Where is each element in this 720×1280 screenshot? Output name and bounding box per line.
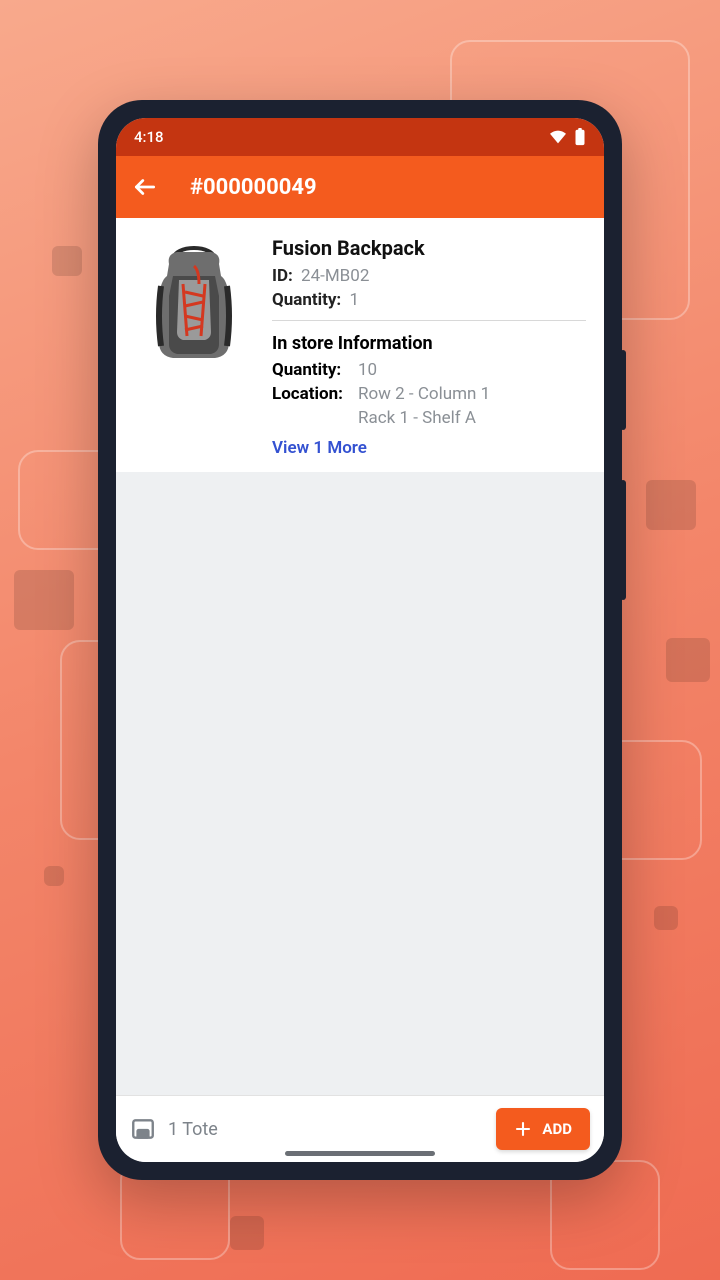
home-indicator[interactable] — [285, 1151, 435, 1156]
product-image — [134, 236, 254, 366]
arrow-left-icon — [132, 174, 158, 200]
store-loc-row: Location: Row 2 - Column 1 — [272, 384, 586, 404]
id-label: ID: — [272, 266, 293, 286]
store-loc-label: Location: — [272, 384, 358, 404]
phone-side-button — [620, 350, 626, 430]
product-qty-row: Quantity: 1 — [272, 290, 586, 310]
product-id-row: ID: 24-MB02 — [272, 266, 586, 286]
store-section-title: In store Information — [272, 333, 586, 354]
screen: 4:18 #000000049 — [116, 118, 604, 1162]
store-qty-label: Quantity: — [272, 360, 358, 380]
phone-side-button — [620, 480, 626, 600]
content-area: Fusion Backpack ID: 24-MB02 Quantity: 1 … — [116, 218, 604, 1095]
bg-decor — [646, 480, 696, 530]
bg-decor — [654, 906, 678, 930]
product-info: Fusion Backpack ID: 24-MB02 Quantity: 1 … — [272, 236, 586, 458]
store-loc-line2: Rack 1 - Shelf A — [358, 408, 586, 428]
tote-area[interactable]: 1 Tote — [130, 1116, 218, 1142]
qty-label: Quantity: — [272, 290, 341, 310]
wifi-icon — [548, 129, 568, 145]
phone-frame: 4:18 #000000049 — [98, 100, 622, 1180]
status-bar: 4:18 — [116, 118, 604, 156]
backpack-icon — [139, 236, 249, 366]
back-button[interactable] — [130, 172, 160, 202]
plus-icon — [514, 1120, 532, 1138]
add-button[interactable]: ADD — [496, 1108, 590, 1150]
qty-value: 1 — [349, 290, 359, 310]
battery-icon — [574, 128, 586, 146]
store-loc-line1: Row 2 - Column 1 — [358, 384, 490, 404]
tote-text: 1 Tote — [168, 1119, 218, 1140]
status-icons — [548, 128, 586, 146]
add-label: ADD — [542, 1120, 572, 1138]
page-title: #000000049 — [190, 175, 317, 200]
bg-decor — [666, 638, 710, 682]
view-more-link[interactable]: View 1 More — [272, 438, 586, 458]
store-qty-row: Quantity: 10 — [272, 360, 586, 380]
bg-decor — [52, 246, 82, 276]
divider — [272, 320, 586, 321]
bg-decor — [230, 1216, 264, 1250]
product-card: Fusion Backpack ID: 24-MB02 Quantity: 1 … — [116, 218, 604, 472]
status-time: 4:18 — [134, 128, 164, 146]
app-bar: #000000049 — [116, 156, 604, 218]
product-name: Fusion Backpack — [272, 236, 586, 260]
bg-decor — [44, 866, 64, 886]
store-qty-value: 10 — [358, 360, 377, 380]
bg-decor — [14, 570, 74, 630]
id-value: 24-MB02 — [301, 266, 369, 286]
tote-icon — [130, 1116, 156, 1142]
